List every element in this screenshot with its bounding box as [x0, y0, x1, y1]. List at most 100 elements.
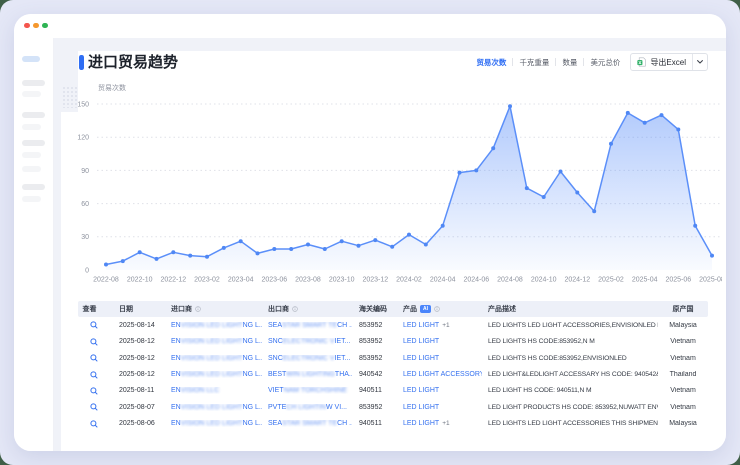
metric-tab-1[interactable]: 贸易次数	[476, 57, 506, 68]
ai-badge: AI	[420, 305, 431, 313]
cell-exporter[interactable]: SNC ELECTRONIC VIET...	[262, 338, 352, 345]
cell-importer[interactable]: ENVISION LED LIGHTNG L...	[165, 355, 262, 362]
cell-importer[interactable]: ENVISION LED LIGHTNG L...	[165, 371, 262, 378]
cell-date: 2025-08-12	[110, 371, 165, 378]
column-header-label: 产品	[403, 304, 417, 314]
view-search-icon[interactable]	[90, 387, 98, 395]
chart-area	[106, 106, 712, 270]
svg-text:2023-02: 2023-02	[194, 277, 220, 284]
metric-tab-4[interactable]: 美元总价	[590, 57, 620, 68]
metric-tabs-and-export: 贸易次数 千克重量 数量 美元总价 导出Excel	[476, 51, 708, 73]
svg-text:2023-06: 2023-06	[261, 277, 287, 284]
exporter-name-suffix: THA...	[335, 371, 352, 378]
svg-text:2025-06: 2025-06	[665, 277, 691, 284]
excel-icon	[637, 57, 646, 67]
column-header-exporter: 出口商	[262, 304, 352, 314]
svg-text:2023-10: 2023-10	[329, 277, 355, 284]
cell-importer[interactable]: ENVISION LED LIGHTNG L...	[165, 322, 262, 329]
exporter-name-suffix: CH ...	[337, 322, 352, 329]
svg-text:2022-08: 2022-08	[93, 277, 119, 284]
info-icon[interactable]	[195, 306, 201, 312]
exporter-name-prefix: SNC	[268, 355, 283, 362]
exporter-name-suffix: IET...	[335, 338, 351, 345]
cell-view	[78, 403, 110, 411]
product-tag[interactable]: LED LIGHT	[403, 322, 439, 329]
export-split-button: 导出Excel	[630, 53, 708, 71]
metric-tab-3[interactable]: 数量	[562, 57, 577, 68]
column-header-date: 日期	[110, 304, 165, 314]
cell-hs: 940511	[352, 420, 396, 427]
cell-date: 2025-08-07	[110, 404, 165, 411]
chart-xtick-labels: 2022-082022-102022-122023-022023-042023-…	[93, 277, 722, 284]
table-row: 2025-08-12ENVISION LED LIGHTNG L...SNC E…	[78, 350, 708, 366]
minimize-window-icon[interactable]	[33, 23, 38, 28]
product-more-count: +1	[442, 420, 449, 427]
product-tag[interactable]: LED LIGHT	[403, 387, 439, 394]
cell-importer[interactable]: ENVISION LED LIGHTNG L...	[165, 420, 262, 427]
cell-exporter[interactable]: PVTECH LIGHTINW VI...	[262, 404, 352, 411]
exporter-name-blurred: CH LIGHTIN	[286, 404, 326, 411]
app-window: 进口贸易趋势 贸易次数 千克重量 数量 美元总价 导出Excel	[14, 14, 726, 451]
cell-view	[78, 321, 110, 329]
cell-product: LED LIGHT	[396, 338, 482, 345]
cell-product: LED LIGHT ACCESSORY	[396, 371, 482, 378]
cell-view	[78, 387, 110, 395]
sidebar-skeleton-bar	[22, 112, 45, 118]
cell-desc: LED LIGHTS LED LIGHT ACCESSORIES,ENVISIO…	[482, 322, 658, 329]
view-search-icon[interactable]	[90, 371, 98, 379]
cell-exporter[interactable]: SEA STAR SMART TECH ...	[262, 322, 352, 329]
importer-name-prefix: EN	[171, 355, 181, 362]
product-tag[interactable]: LED LIGHT	[403, 338, 439, 345]
column-header-label: 出口商	[268, 304, 289, 314]
svg-text:2024-10: 2024-10	[531, 277, 557, 284]
view-search-icon[interactable]	[90, 338, 98, 346]
cell-date: 2025-08-12	[110, 355, 165, 362]
cell-importer[interactable]: ENVISION LLC	[165, 387, 262, 394]
cell-country: Vietnam	[658, 387, 708, 394]
importer-name-prefix: EN	[171, 371, 181, 378]
product-tag[interactable]: LED LIGHT ACCESSORY	[403, 371, 482, 378]
column-header-importer: 进口商	[165, 304, 262, 314]
cell-importer[interactable]: ENVISION LED LIGHTNG L...	[165, 404, 262, 411]
view-search-icon[interactable]	[90, 354, 98, 362]
metric-tab-2[interactable]: 千克重量	[519, 57, 549, 68]
info-icon[interactable]	[434, 306, 440, 312]
export-excel-button[interactable]: 导出Excel	[631, 54, 692, 70]
cell-exporter[interactable]: SEA STAR SMART TECH ...	[262, 420, 352, 427]
product-tag[interactable]: LED LIGHT	[403, 404, 439, 411]
view-search-icon[interactable]	[90, 403, 98, 411]
view-search-icon[interactable]	[90, 420, 98, 428]
table-row: 2025-08-06ENVISION LED LIGHTNG L...SEA S…	[78, 416, 708, 432]
cell-importer[interactable]: ENVISION LED LIGHTNG L...	[165, 338, 262, 345]
export-excel-label: 导出Excel	[650, 57, 686, 68]
product-tag[interactable]: LED LIGHT	[403, 420, 439, 427]
close-window-icon[interactable]	[24, 23, 29, 28]
cell-product: LED LIGHT	[396, 355, 482, 362]
trend-area-chart: 贸易次数03060901201502022-082022-102022-1220…	[61, 51, 722, 296]
exporter-name-prefix: BEST	[268, 371, 286, 378]
cell-exporter[interactable]: VIET NAM TORCHSHINE	[262, 387, 352, 394]
product-tag[interactable]: LED LIGHT	[403, 355, 439, 362]
sidebar-skeleton-bar	[22, 124, 41, 130]
export-dropdown-button[interactable]	[692, 54, 707, 70]
cell-date: 2025-08-11	[110, 387, 165, 394]
info-icon[interactable]	[292, 306, 298, 312]
importer-name-blurred: VISION LED LIGHT	[181, 355, 243, 362]
importer-name-blurred: VISION LED LIGHT	[181, 404, 243, 411]
metric-tabs: 贸易次数 千克重量 数量 美元总价	[476, 57, 620, 68]
cell-exporter[interactable]: BESTWIN LIGHTING THA...	[262, 371, 352, 378]
zoom-window-icon[interactable]	[42, 23, 47, 28]
column-header-hs: 海关编码	[352, 304, 396, 314]
view-search-icon[interactable]	[90, 321, 98, 329]
table-body: 2025-08-14ENVISION LED LIGHTNG L...SEA S…	[78, 317, 708, 432]
exporter-name-suffix: W VI...	[326, 404, 347, 411]
table-row: 2025-08-07ENVISION LED LIGHTNG L...PVTEC…	[78, 399, 708, 415]
svg-text:2022-10: 2022-10	[127, 277, 153, 284]
svg-text:2024-04: 2024-04	[430, 277, 456, 284]
chart-line	[106, 106, 712, 264]
cell-exporter[interactable]: SNC ELECTRONIC VIET...	[262, 355, 352, 362]
page-title: 进口贸易趋势	[88, 52, 178, 73]
trend-card: 进口贸易趋势 贸易次数 千克重量 数量 美元总价 导出Excel	[61, 51, 726, 451]
cell-desc: LED LIGHTS LED LIGHT ACCESSORIES THIS SH…	[482, 420, 658, 427]
cell-country: Thailand	[658, 371, 708, 378]
